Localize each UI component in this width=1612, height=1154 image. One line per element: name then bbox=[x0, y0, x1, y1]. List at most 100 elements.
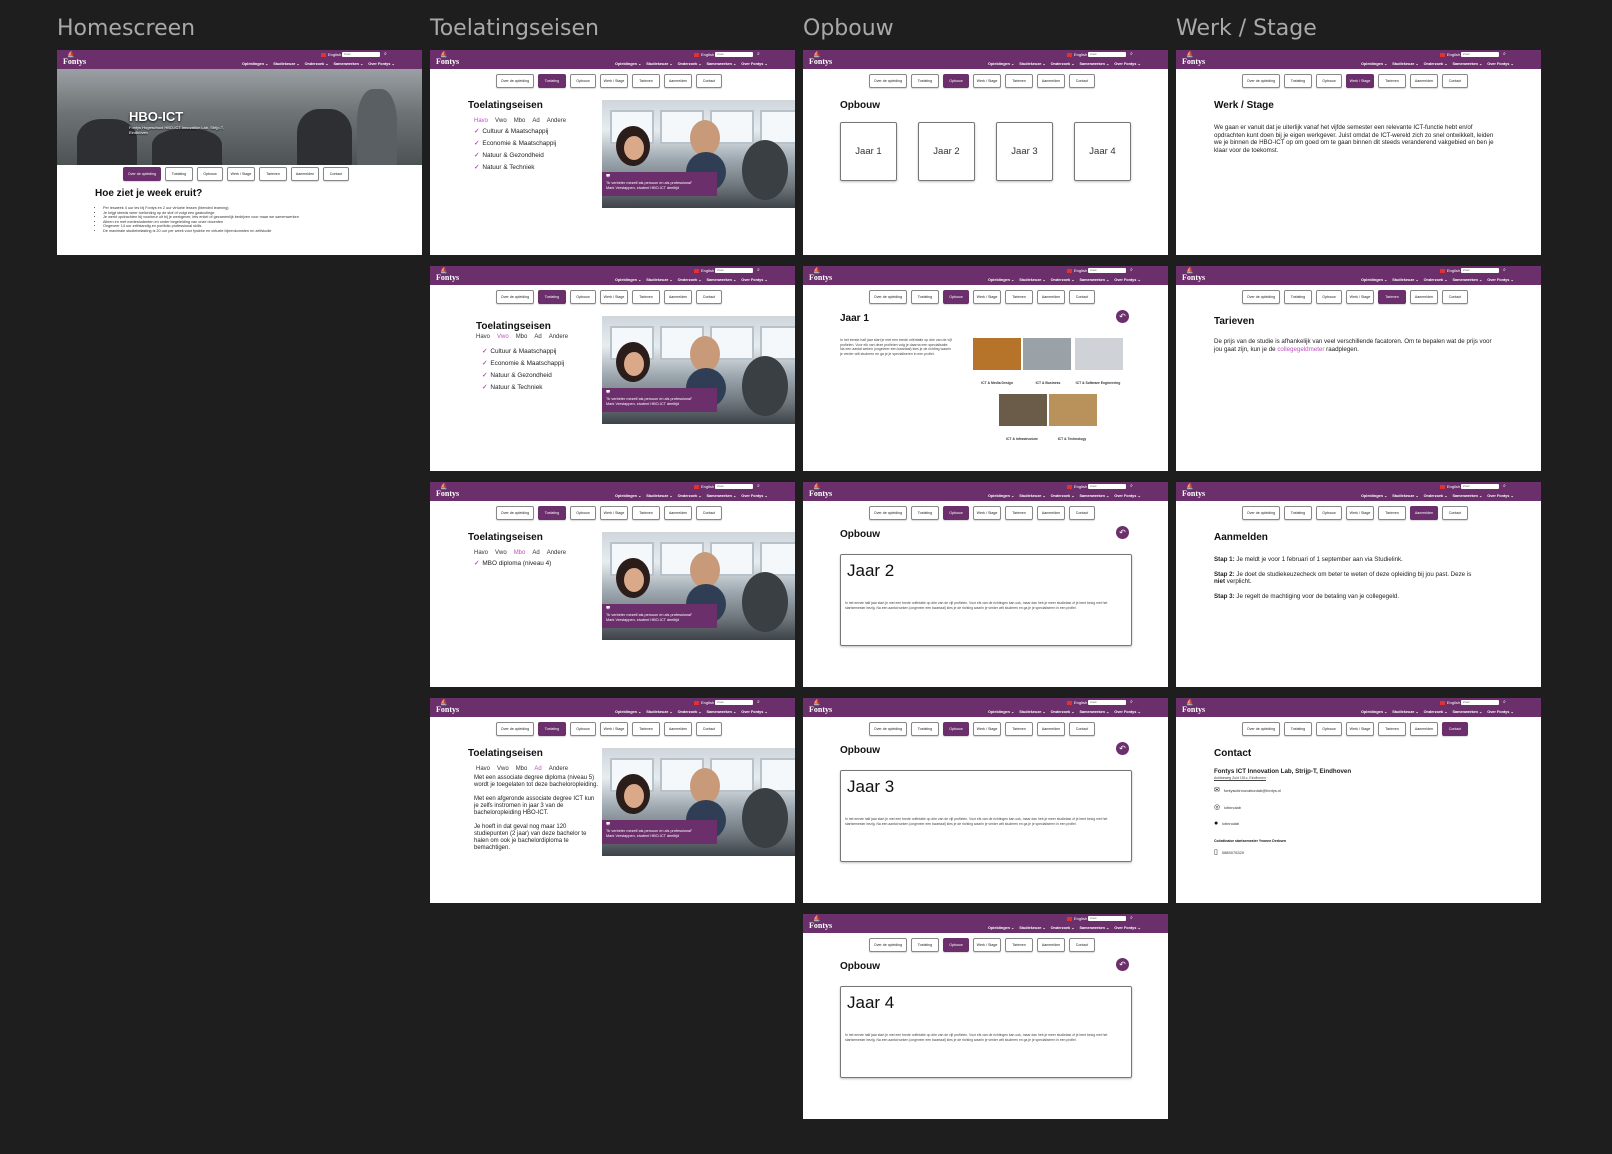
tab-6[interactable]: Contact bbox=[1442, 722, 1468, 736]
tab-5[interactable]: Aanmelden bbox=[1037, 290, 1065, 304]
fontys-logo[interactable]: ⛵ Fontys bbox=[809, 700, 832, 714]
header-nav-item[interactable]: Opleidingen ⌄ bbox=[988, 277, 1014, 282]
tab-5[interactable]: Aanmelden bbox=[1037, 74, 1065, 88]
tab-5[interactable]: Aanmelden bbox=[664, 74, 692, 88]
tab-2[interactable]: Opbouw bbox=[1316, 290, 1342, 304]
fontys-logo[interactable]: ⛵ Fontys bbox=[809, 916, 832, 930]
header-nav-item[interactable]: Onderzoek ⌄ bbox=[1051, 493, 1075, 498]
header-nav-item[interactable]: Opleidingen ⌄ bbox=[615, 493, 641, 498]
tab-2[interactable]: Opbouw bbox=[570, 506, 596, 520]
header-nav-item[interactable]: Studiekeuze ⌄ bbox=[1019, 925, 1045, 930]
tab-4[interactable]: Tarieven bbox=[1005, 506, 1033, 520]
level-option[interactable]: Ad bbox=[532, 550, 539, 556]
header-nav-item[interactable]: Over Fontys ⌄ bbox=[741, 277, 767, 282]
tab-1[interactable]: Toelating bbox=[1284, 290, 1312, 304]
language-switch[interactable]: English bbox=[1440, 700, 1460, 705]
tab-2[interactable]: Opbouw bbox=[1316, 506, 1342, 520]
header-nav-item[interactable]: Onderzoek ⌄ bbox=[678, 277, 702, 282]
tab-3[interactable]: Werk / Stage bbox=[973, 74, 1001, 88]
header-nav-item[interactable]: Opleidingen ⌄ bbox=[988, 61, 1014, 66]
tab-1[interactable]: Toelating bbox=[165, 167, 193, 181]
level-option[interactable]: Havo bbox=[476, 334, 490, 340]
tab-1[interactable]: Toelating bbox=[538, 722, 566, 736]
search-icon[interactable]: ⌕ bbox=[1130, 915, 1133, 921]
profile-thumbnail[interactable] bbox=[999, 394, 1047, 426]
header-nav-item[interactable]: Onderzoek ⌄ bbox=[1051, 61, 1075, 66]
tab-2[interactable]: Opbouw bbox=[570, 290, 596, 304]
header-nav-item[interactable]: Samenwerken ⌄ bbox=[1452, 277, 1482, 282]
header-nav-item[interactable]: Over Fontys ⌄ bbox=[1114, 925, 1140, 930]
language-switch[interactable]: English bbox=[694, 700, 714, 705]
header-nav-item[interactable]: Samenwerken ⌄ bbox=[333, 61, 363, 66]
language-switch[interactable]: English bbox=[1440, 52, 1460, 57]
tab-0[interactable]: Over de opleiding bbox=[1242, 74, 1280, 88]
header-nav-item[interactable]: Over Fontys ⌄ bbox=[1114, 61, 1140, 66]
tab-6[interactable]: Contact bbox=[1069, 722, 1095, 736]
header-nav-item[interactable]: Samenwerken ⌄ bbox=[1452, 61, 1482, 66]
header-nav-item[interactable]: Onderzoek ⌄ bbox=[1424, 61, 1448, 66]
tab-6[interactable]: Contact bbox=[1442, 74, 1468, 88]
tab-3[interactable]: Werk / Stage bbox=[1346, 506, 1374, 520]
tab-6[interactable]: Contact bbox=[696, 290, 722, 304]
header-nav-item[interactable]: Over Fontys ⌄ bbox=[1487, 61, 1513, 66]
language-switch[interactable]: English bbox=[694, 268, 714, 273]
language-switch[interactable]: English bbox=[694, 484, 714, 489]
tab-1[interactable]: Toelating bbox=[538, 506, 566, 520]
header-nav-item[interactable]: Studiekeuze ⌄ bbox=[1019, 277, 1045, 282]
tab-6[interactable]: Contact bbox=[696, 722, 722, 736]
header-nav-item[interactable]: Studiekeuze ⌄ bbox=[1392, 277, 1418, 282]
tab-6[interactable]: Contact bbox=[1442, 506, 1468, 520]
fontys-logo[interactable]: ⛵ Fontys bbox=[436, 700, 459, 714]
search-icon[interactable]: ⌕ bbox=[1503, 267, 1506, 273]
level-option[interactable]: Andere bbox=[547, 550, 566, 556]
header-nav-item[interactable]: Samenwerken ⌄ bbox=[1079, 493, 1109, 498]
tab-4[interactable]: Tarieven bbox=[1378, 722, 1406, 736]
tab-2[interactable]: Opbouw bbox=[570, 74, 596, 88]
language-switch[interactable]: English bbox=[1440, 484, 1460, 489]
header-search-input[interactable]: Zoek bbox=[1088, 268, 1126, 273]
profile-thumbnail[interactable] bbox=[1023, 338, 1071, 370]
search-icon[interactable]: ⌕ bbox=[1130, 483, 1133, 489]
tab-3[interactable]: Werk / Stage bbox=[600, 290, 628, 304]
tab-0[interactable]: Over de opleiding bbox=[123, 167, 161, 181]
header-nav-item[interactable]: Opleidingen ⌄ bbox=[1361, 709, 1387, 714]
language-switch[interactable]: English bbox=[1067, 484, 1087, 489]
tab-0[interactable]: Over de opleiding bbox=[1242, 290, 1280, 304]
tab-0[interactable]: Over de opleiding bbox=[869, 74, 907, 88]
tab-0[interactable]: Over de opleiding bbox=[496, 506, 534, 520]
tab-3[interactable]: Werk / Stage bbox=[600, 722, 628, 736]
tab-2[interactable]: Opbouw bbox=[943, 74, 969, 88]
header-nav-item[interactable]: Over Fontys ⌄ bbox=[1114, 709, 1140, 714]
search-icon[interactable]: ⌕ bbox=[1130, 51, 1133, 57]
header-nav-item[interactable]: Studiekeuze ⌄ bbox=[1019, 493, 1045, 498]
tab-2[interactable]: Opbouw bbox=[1316, 74, 1342, 88]
search-icon[interactable]: ⌕ bbox=[1130, 267, 1133, 273]
header-nav-item[interactable]: Studiekeuze ⌄ bbox=[1392, 493, 1418, 498]
tab-2[interactable]: Opbouw bbox=[943, 290, 969, 304]
tab-6[interactable]: Contact bbox=[1069, 290, 1095, 304]
header-search-input[interactable]: Zoek bbox=[1461, 268, 1499, 273]
tab-5[interactable]: Aanmelden bbox=[664, 722, 692, 736]
header-nav-item[interactable]: Over Fontys ⌄ bbox=[741, 709, 767, 714]
search-icon[interactable]: ⌕ bbox=[1503, 51, 1506, 57]
level-option[interactable]: Ad bbox=[534, 766, 541, 772]
fontys-logo[interactable]: ⛵ Fontys bbox=[63, 52, 86, 66]
level-option[interactable]: Ad bbox=[534, 334, 541, 340]
level-option[interactable]: Vwo bbox=[495, 550, 507, 556]
tab-6[interactable]: Contact bbox=[1069, 74, 1095, 88]
header-nav-item[interactable]: Samenwerken ⌄ bbox=[706, 493, 736, 498]
fontys-logo[interactable]: ⛵ Fontys bbox=[436, 484, 459, 498]
tab-5[interactable]: Aanmelden bbox=[1410, 722, 1438, 736]
level-option[interactable]: Andere bbox=[549, 766, 568, 772]
tab-5[interactable]: Aanmelden bbox=[291, 167, 319, 181]
tab-5[interactable]: Aanmelden bbox=[1037, 722, 1065, 736]
tab-1[interactable]: Toelating bbox=[911, 290, 939, 304]
tab-0[interactable]: Over de opleiding bbox=[1242, 506, 1280, 520]
header-nav-item[interactable]: Samenwerken ⌄ bbox=[1079, 709, 1109, 714]
header-nav-item[interactable]: Studiekeuze ⌄ bbox=[646, 709, 672, 714]
search-icon[interactable]: ⌕ bbox=[1503, 699, 1506, 705]
header-nav-item[interactable]: Studiekeuze ⌄ bbox=[1019, 61, 1045, 66]
fontys-logo[interactable]: ⛵ Fontys bbox=[809, 52, 832, 66]
level-option[interactable]: Havo bbox=[476, 766, 490, 772]
header-nav-item[interactable]: Onderzoek ⌄ bbox=[1424, 277, 1448, 282]
